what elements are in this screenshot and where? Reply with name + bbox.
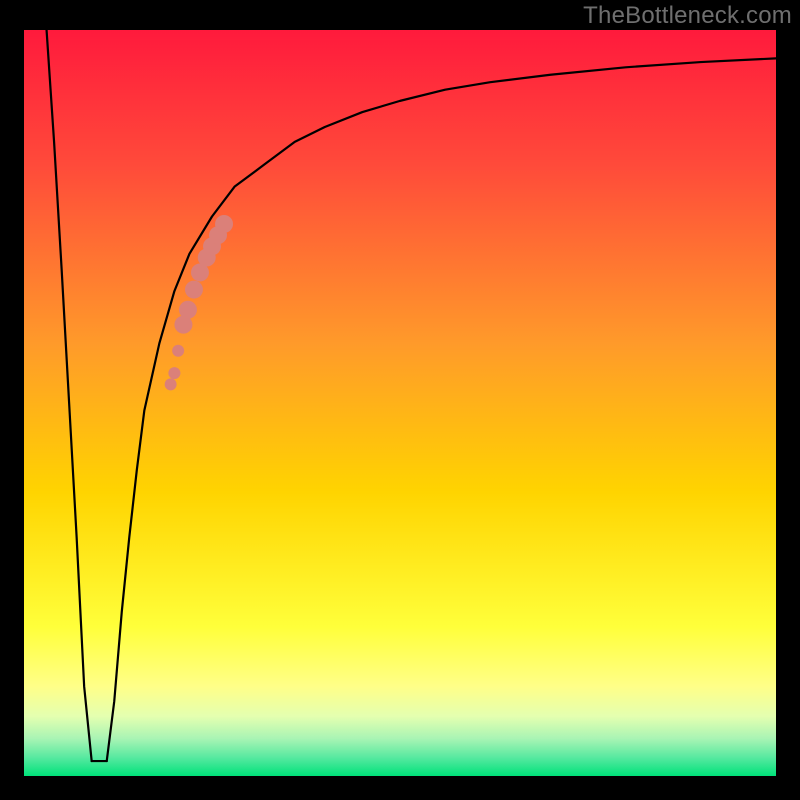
data-point (185, 281, 203, 299)
chart-canvas (0, 0, 800, 800)
attribution-text: TheBottleneck.com (583, 2, 792, 30)
data-point (165, 378, 177, 390)
data-point (179, 301, 197, 319)
data-point (215, 215, 233, 233)
plot-background (24, 30, 776, 776)
data-point (168, 367, 180, 379)
data-point (172, 345, 184, 357)
